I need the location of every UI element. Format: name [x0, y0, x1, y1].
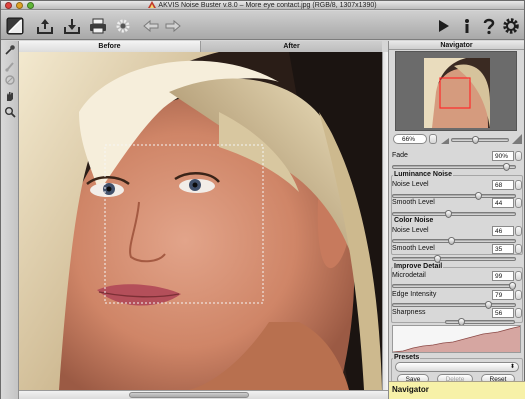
microdetail-value[interactable]: 99: [492, 271, 514, 281]
help-icon[interactable]: [479, 16, 499, 36]
zoom-stepper[interactable]: [429, 134, 437, 144]
window-title: AKVIS Noise Buster v.8.0 – More eye cont…: [1, 1, 524, 10]
fade-stepper[interactable]: [515, 151, 522, 161]
eraser-icon[interactable]: [3, 73, 17, 87]
sharpness-row: Sharpness 56: [392, 308, 522, 319]
zoom-icon[interactable]: [3, 105, 17, 119]
luminance-smooth-level-row: Smooth Level 44: [392, 198, 522, 209]
edge-intensity-stepper[interactable]: [515, 290, 522, 300]
luminance-smooth-level-slider[interactable]: [392, 210, 516, 218]
microdetail-slider[interactable]: [392, 282, 516, 290]
brush-icon[interactable]: [3, 59, 17, 73]
color-smooth-level-row: Smooth Level 35: [392, 244, 522, 255]
zoom-row: 66%: [389, 133, 525, 145]
help-panel-title: Navigator: [389, 381, 525, 399]
zoom-out-icon[interactable]: [441, 136, 449, 144]
luminance-smooth-level-stepper[interactable]: [515, 198, 522, 208]
color-smooth-level-slider[interactable]: [392, 255, 516, 263]
color-smooth-level-value[interactable]: 35: [492, 244, 514, 254]
color-smooth-level-label: Smooth Level: [392, 245, 435, 252]
settings-wheel-icon[interactable]: [113, 16, 133, 36]
edge-intensity-label: Edge Intensity: [392, 291, 437, 298]
zoom-in-icon[interactable]: [512, 134, 522, 144]
color-noise-level-label: Noise Level: [392, 227, 429, 234]
zoom-slider-knob[interactable]: [472, 136, 479, 144]
improve-detail-title: Improve Detail: [393, 263, 444, 270]
tools-panel: [1, 41, 19, 399]
title-bar: AKVIS Noise Buster v.8.0 – More eye cont…: [1, 1, 524, 10]
settings-panel: Navigator 66% Fade 90% Luminance Noise N…: [388, 41, 525, 399]
luminance-noise-level-stepper[interactable]: [515, 180, 522, 190]
app-window: AKVIS Noise Buster v.8.0 – More eye cont…: [0, 0, 525, 399]
print-icon[interactable]: [88, 16, 108, 36]
microdetail-row: Microdetail 99: [392, 271, 522, 282]
hand-icon[interactable]: [3, 89, 17, 103]
luminance-noise-title: Luminance Noise: [393, 171, 453, 178]
fade-row: Fade 90%: [392, 151, 522, 162]
color-noise-level-slider[interactable]: [392, 237, 516, 245]
fade-value[interactable]: 90%: [492, 151, 514, 161]
fade-label: Fade: [392, 152, 408, 159]
color-noise-level-value[interactable]: 46: [492, 226, 514, 236]
luminance-smooth-level-label: Smooth Level: [392, 199, 435, 206]
presets-dropdown-icon: ⬍: [509, 364, 515, 370]
navigator-preview[interactable]: [395, 51, 517, 131]
luminance-noise-level-label: Noise Level: [392, 181, 429, 188]
tab-after[interactable]: After: [201, 41, 382, 52]
app-logo-icon: [148, 1, 157, 8]
preferences-icon[interactable]: [501, 16, 521, 36]
color-smooth-level-stepper[interactable]: [515, 244, 522, 254]
fade-slider-knob[interactable]: [503, 163, 510, 171]
presets-title: Presets: [393, 354, 421, 361]
sharpness-label: Sharpness: [392, 309, 426, 316]
back-icon[interactable]: [141, 16, 161, 36]
luminance-noise-level-value[interactable]: 68: [492, 180, 514, 190]
zoom-slider[interactable]: [451, 136, 509, 144]
open-icon[interactable]: [35, 16, 55, 36]
histogram: [392, 325, 521, 353]
fade-slider[interactable]: [392, 163, 516, 171]
photo-portrait: [19, 52, 382, 390]
view-tabs: Before After: [19, 41, 382, 52]
horizontal-scrollbar[interactable]: [19, 390, 388, 399]
luminance-noise-level-row: Noise Level 68: [392, 180, 522, 191]
run-icon[interactable]: [433, 16, 453, 36]
toolbar: [1, 11, 524, 40]
zoom-select[interactable]: 66%: [393, 134, 427, 144]
presets-dropdown[interactable]: ⬍: [395, 362, 519, 372]
microdetail-label: Microdetail: [392, 272, 426, 279]
tab-before[interactable]: Before: [19, 41, 201, 52]
edge-intensity-value[interactable]: 79: [492, 290, 514, 300]
before-after-icon[interactable]: [5, 16, 25, 36]
forward-icon[interactable]: [163, 16, 183, 36]
sharpness-value[interactable]: 56: [492, 308, 514, 318]
info-icon[interactable]: [457, 16, 477, 36]
color-noise-title: Color Noise: [393, 217, 435, 224]
edge-intensity-row: Edge Intensity 79: [392, 290, 522, 301]
window-title-text: AKVIS Noise Buster v.8.0 – More eye cont…: [158, 2, 377, 9]
edge-intensity-slider[interactable]: [392, 301, 516, 309]
horizontal-scroll-thumb[interactable]: [129, 392, 249, 398]
sharpness-stepper[interactable]: [515, 308, 522, 318]
navigator-title: Navigator: [389, 41, 524, 50]
image-canvas[interactable]: [19, 52, 382, 390]
color-noise-level-stepper[interactable]: [515, 226, 522, 236]
microdetail-stepper[interactable]: [515, 271, 522, 281]
eyedropper-icon[interactable]: [3, 43, 17, 57]
save-icon[interactable]: [62, 16, 82, 36]
sharpness-slider[interactable]: [445, 318, 515, 326]
luminance-smooth-level-value[interactable]: 44: [492, 198, 514, 208]
color-noise-level-row: Noise Level 46: [392, 226, 522, 237]
